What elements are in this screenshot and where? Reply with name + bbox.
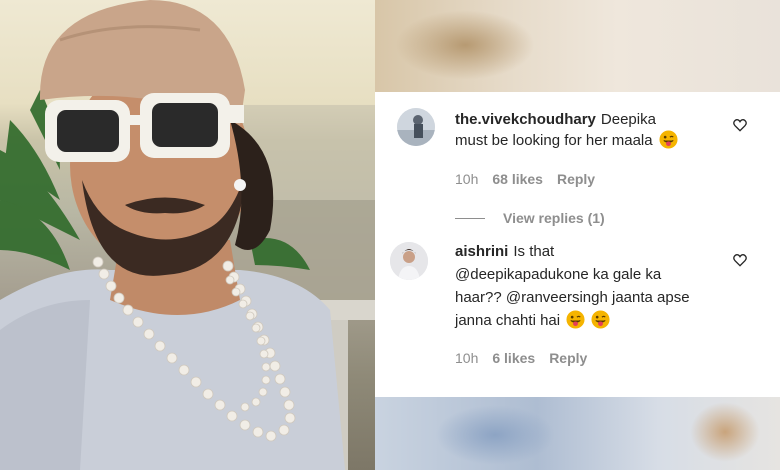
comment-text: the.vivekchoudhary Deepika must be lookin…	[455, 109, 735, 151]
avatar[interactable]	[397, 108, 435, 146]
comment-body: Deepika	[600, 111, 656, 128]
likes-count[interactable]: 68 likes	[492, 171, 543, 187]
username[interactable]: aishrini	[455, 243, 508, 260]
comment-item: aishrini Is that @deepikapadukone ka gale…	[375, 230, 780, 390]
selfie-illustration	[0, 0, 375, 470]
likes-count[interactable]: 6 likes	[492, 350, 535, 366]
comment-body-line4: janna chahti hai	[455, 312, 561, 329]
tongue-wink-emoji	[566, 310, 585, 329]
selfie-photo	[0, 0, 375, 470]
comment-body-line3: haar?? @ranveersingh jaanta apse	[455, 289, 690, 306]
blurred-photo-bottom	[375, 397, 780, 470]
comment-body-line2: must be looking for her maala	[455, 132, 653, 149]
view-replies-label[interactable]: View replies (1)	[503, 210, 605, 226]
comment-item: the.vivekchoudhary Deepika must be lookin…	[375, 92, 780, 202]
tongue-wink-emoji	[591, 310, 610, 329]
reply-button[interactable]: Reply	[557, 171, 595, 187]
username[interactable]: the.vivekchoudhary	[455, 111, 596, 128]
reply-button[interactable]: Reply	[549, 350, 587, 366]
comment-meta: 10h 68 likes Reply	[455, 171, 595, 187]
comment-text: aishrini Is that @deepikapadukone ka gale…	[455, 240, 735, 332]
view-replies-button[interactable]: View replies (1)	[455, 210, 605, 226]
comment-time: 10h	[455, 350, 479, 366]
divider-line	[455, 217, 485, 219]
blurred-photo-top	[375, 0, 780, 92]
tongue-wink-emoji	[659, 130, 678, 149]
avatar[interactable]	[390, 242, 428, 280]
like-heart-icon[interactable]	[732, 252, 748, 268]
comment-meta: 10h 6 likes Reply	[455, 350, 587, 366]
like-heart-icon[interactable]	[732, 117, 748, 133]
comment-body: Is that	[513, 243, 555, 260]
comments-panel: the.vivekchoudhary Deepika must be lookin…	[375, 92, 780, 397]
comment-body-line2: @deepikapadukone ka gale ka	[455, 266, 662, 283]
comment-time: 10h	[455, 171, 479, 187]
